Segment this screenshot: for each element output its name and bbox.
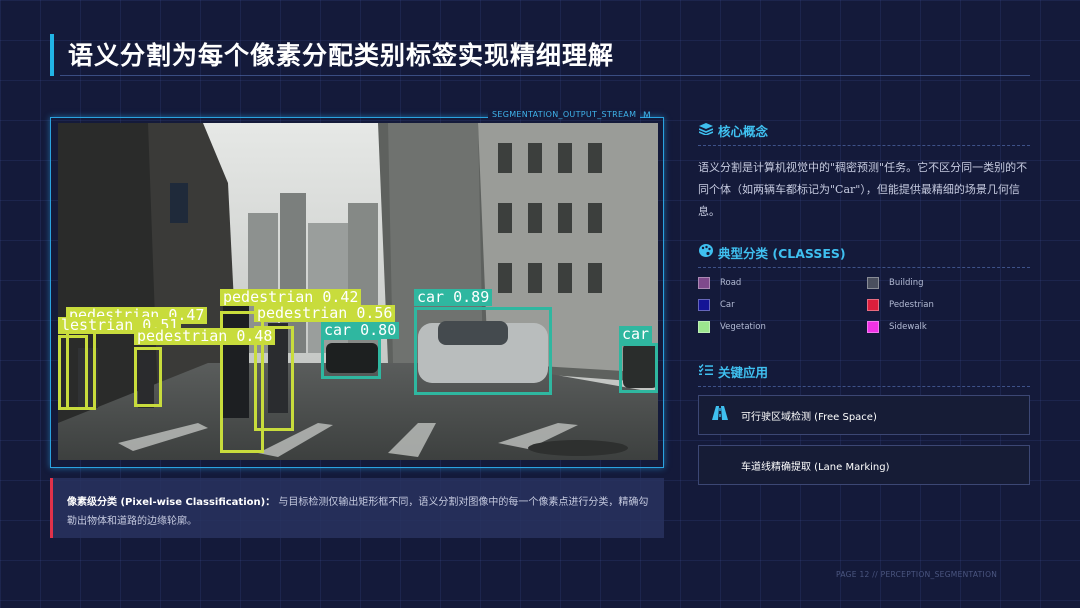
concept-text: 语义分割是计算机视觉中的"稠密预测"任务。它不区分同一类别的不同个体（如两辆车都…	[698, 161, 1028, 218]
class-label: Pedestrian	[889, 300, 934, 310]
layers-icon	[698, 122, 714, 139]
class-item-sidewalk: Sidewalk	[867, 321, 927, 333]
concept-heading: 核心概念	[698, 121, 768, 140]
class-label: Building	[889, 278, 924, 288]
detection-label: car 0.89	[414, 289, 493, 306]
title-divider	[60, 75, 1030, 76]
classes-heading: 典型分类 (CLASSES)	[698, 243, 846, 262]
detection-label: car 0.80	[321, 322, 400, 339]
stream-mark: M	[643, 111, 651, 121]
class-swatch	[698, 277, 710, 289]
classes-heading-text: 典型分类 (CLASSES)	[718, 246, 846, 261]
applications-heading: 关键应用	[698, 362, 768, 381]
application-label: 可行驶区域检测 (Free Space)	[741, 411, 877, 423]
checklist-icon	[698, 363, 714, 380]
detection-box-pedestrian-048	[134, 347, 162, 407]
class-label: Road	[720, 278, 742, 288]
class-swatch	[698, 321, 710, 333]
class-swatch	[867, 277, 879, 289]
class-label: Car	[720, 300, 735, 310]
pixel-classification-note: 像素级分类 (Pixel-wise Classification)： 与目标检测…	[50, 478, 664, 538]
class-swatch	[698, 299, 710, 311]
concept-heading-text: 核心概念	[718, 124, 769, 139]
class-item-building: Building	[867, 277, 923, 289]
classes-divider	[698, 267, 1030, 268]
class-item-pedestrian: Pedestrian	[867, 299, 934, 311]
class-swatch	[867, 299, 879, 311]
note-heading: 像素级分类 (Pixel-wise Classification)：	[67, 497, 276, 508]
class-label: Vegetation	[720, 322, 766, 332]
street-scene-image: pedestrian 0.47 lestrian 0.51 pedestrian…	[58, 123, 658, 460]
class-label: Sidewalk	[889, 322, 927, 332]
detection-box-car-080	[321, 337, 381, 379]
detection-label: car	[619, 326, 653, 343]
applications-divider	[698, 386, 1030, 387]
application-lane-marking: 车道线精确提取 (Lane Marking)	[698, 445, 1030, 485]
palette-icon	[698, 244, 714, 261]
title-accent-bar	[50, 34, 54, 76]
class-item-vegetation: Vegetation	[698, 321, 766, 333]
page-footer: PAGE 12 // PERCEPTION_SEGMENTATION	[836, 570, 998, 579]
application-label: 车道线精确提取 (Lane Marking)	[741, 461, 890, 473]
class-item-car: Car	[698, 299, 735, 311]
road-icon	[699, 406, 741, 424]
stream-label: SEGMENTATION_OUTPUT_STREAM	[488, 110, 641, 119]
concept-divider	[698, 145, 1030, 146]
class-swatch	[867, 321, 879, 333]
detection-box-car	[619, 343, 658, 393]
applications-heading-text: 关键应用	[718, 365, 769, 380]
detection-label: pedestrian 0.56	[254, 305, 396, 322]
page-title: 语义分割为每个像素分配类别标签实现精细理解	[68, 41, 615, 70]
class-item-road: Road	[698, 277, 741, 289]
detection-label: pedestrian 0.48	[134, 328, 276, 345]
application-free-space: 可行驶区域检测 (Free Space)	[698, 395, 1030, 435]
detection-box-pedestrian-051	[58, 335, 88, 410]
detection-box-car-089	[414, 307, 552, 395]
